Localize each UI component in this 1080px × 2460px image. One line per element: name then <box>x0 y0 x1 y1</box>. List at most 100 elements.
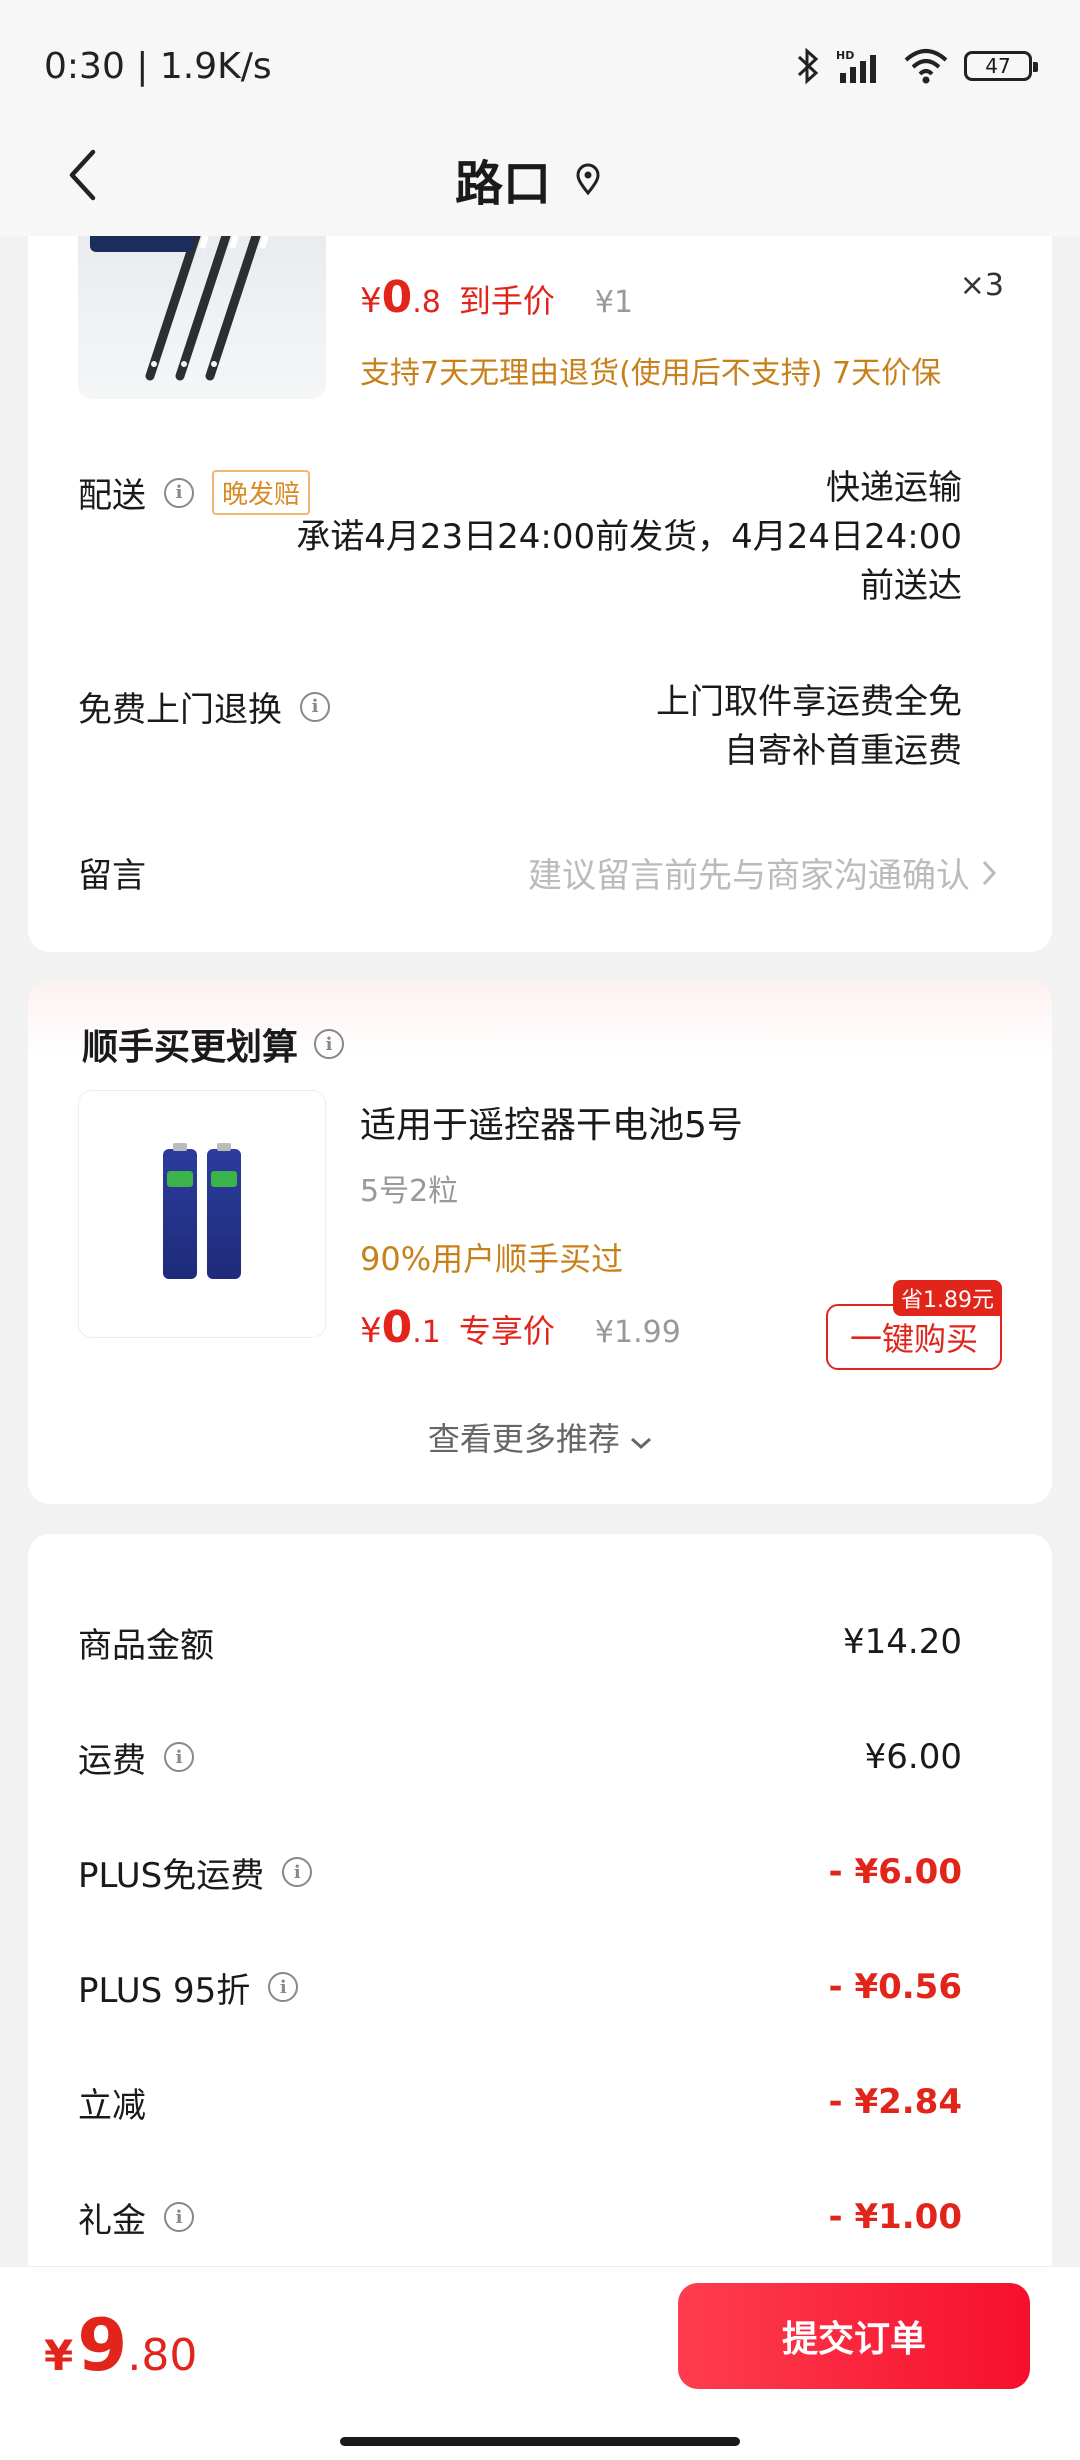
fee-label: PLUS 95折 <box>78 1970 251 2011</box>
price-decimal: .1 <box>412 1315 441 1350</box>
total-integer: 9 <box>77 2303 128 2387</box>
info-icon[interactable]: i <box>314 1029 345 1059</box>
delivery-promise-line2: 前送达 <box>860 566 962 606</box>
return-info: 上门取件享运费全免 自寄补首重运费 <box>656 678 962 776</box>
addon-title: 顺手买更划算 <box>82 1027 299 1068</box>
info-icon[interactable]: i <box>164 1742 194 1772</box>
home-indicator[interactable] <box>340 2437 740 2446</box>
original-price: ¥1.99 <box>594 1315 681 1350</box>
total-price: ¥ 9 .80 <box>44 2303 197 2387</box>
product-image[interactable] <box>78 236 326 399</box>
fee-row: PLUS 95折 i - ¥0.56 <box>78 1957 962 2017</box>
total-decimal: .80 <box>127 2330 198 2381</box>
delivery-method: 快递运输 <box>826 468 962 508</box>
message-label-group: 留言 <box>78 848 146 897</box>
item-quantity: ×3 <box>959 268 1004 303</box>
back-button[interactable] <box>52 140 112 210</box>
more-label: 查看更多推荐 <box>427 1420 620 1458</box>
message-placeholder: 建议留言前先与商家沟通确认 <box>528 856 970 896</box>
fee-label: 运费 <box>78 1740 146 1781</box>
fee-label-group: 礼金 i <box>78 2193 194 2242</box>
fee-label-group: 立减 <box>78 2078 146 2127</box>
battery-icon: 47 <box>964 51 1038 81</box>
delivery-label: 配送 <box>78 476 146 516</box>
fee-value: - ¥6.00 <box>828 1852 963 1892</box>
wifi-icon <box>904 49 948 84</box>
fee-label-group: 商品金额 <box>78 1618 214 1667</box>
addon-price: ¥ 0 .1 专享价 ¥1.99 <box>360 1302 681 1353</box>
price-decimal: .8 <box>412 285 441 320</box>
fee-label: 礼金 <box>78 2200 146 2241</box>
save-badge: 省1.89元 <box>893 1280 1002 1316</box>
addon-product-image[interactable] <box>78 1090 326 1338</box>
product-image-tag <box>90 236 194 252</box>
brush-illustration <box>145 236 269 381</box>
price-tag: 专享价 <box>458 1312 555 1350</box>
return-policy: 支持7天无理由退货(使用后不支持) 7天价保 <box>360 356 942 391</box>
price-tag: 到手价 <box>458 282 555 320</box>
hd-signal-icon: HD <box>836 49 876 83</box>
bottom-checkout-bar: ¥ 9 .80 提交订单 <box>0 2266 1080 2460</box>
info-icon[interactable]: i <box>300 691 330 722</box>
submit-order-button[interactable]: 提交订单 <box>678 2283 1030 2389</box>
fee-label: 立减 <box>78 2085 146 2126</box>
fee-row: 礼金 i - ¥1.00 <box>78 2187 962 2247</box>
back-icon <box>69 149 96 201</box>
fee-label: 商品金额 <box>78 1625 214 1666</box>
nav-bar: 路口 <box>0 120 1080 236</box>
price-symbol: ¥ <box>360 1311 382 1351</box>
info-icon[interactable]: i <box>268 1972 299 2002</box>
addon-product-spec: 5号2粒 <box>360 1174 459 1209</box>
fee-value: ¥14.20 <box>843 1622 962 1662</box>
return-label: 免费上门退换 <box>78 690 282 730</box>
fee-breakdown-card: 商品金额 ¥14.20 运费 i ¥6.00 PLUS免运费 i - ¥6.00 P… <box>28 1534 1052 2294</box>
fee-row: 运费 i ¥6.00 <box>78 1727 962 1787</box>
fee-value: - ¥2.84 <box>828 2082 963 2122</box>
status-time: 0:30 | 1.9K/s <box>44 46 272 87</box>
battery-level: 47 <box>985 54 1011 78</box>
info-icon[interactable]: i <box>164 2202 194 2232</box>
order-item-card: ¥ 0 .8 到手价 ¥1 ×3 支持7天无理由退货(使用后不支持) 7天价保 … <box>28 236 1052 952</box>
battery-cell-image <box>163 1143 197 1279</box>
addon-recommend-card: 顺手买更划算 i 适用于遥控器干电池5号 5号2粒 90%用户顺手买过 ¥ 0 … <box>28 980 1052 1504</box>
info-icon[interactable]: i <box>164 477 194 508</box>
fee-value: - ¥0.56 <box>828 1967 963 2007</box>
status-icons: HD 47 <box>796 46 1038 86</box>
status-bar: 0:30 | 1.9K/s HD 47 <box>0 0 1080 140</box>
addon-title-group: 顺手买更划算 i <box>82 1018 345 1070</box>
delivery-promise-line1: 承诺4月23日24:00前发货，4月24日24:00 <box>296 517 962 557</box>
svg-text:HD: HD <box>836 49 854 62</box>
battery-cell-image <box>207 1143 241 1279</box>
addon-social-proof: 90%用户顺手买过 <box>360 1240 624 1278</box>
fee-label-group: PLUS 95折 i <box>78 1963 299 2012</box>
fee-label: PLUS免运费 <box>78 1855 265 1896</box>
fee-row: 商品金额 ¥14.20 <box>78 1612 962 1672</box>
nav-title-group[interactable]: 路口 <box>455 144 601 214</box>
price-symbol: ¥ <box>360 281 382 321</box>
info-icon[interactable]: i <box>282 1857 313 1887</box>
fee-value: ¥6.00 <box>864 1737 962 1777</box>
message-label: 留言 <box>78 856 146 896</box>
chevron-right-icon <box>982 860 996 885</box>
fee-row: 立减 - ¥2.84 <box>78 2072 962 2132</box>
total-symbol: ¥ <box>44 2331 74 2380</box>
more-recommendations-link[interactable]: 查看更多推荐 <box>28 1414 1052 1460</box>
return-label-group: 免费上门退换 i <box>78 682 330 731</box>
item-price: ¥ 0 .8 到手价 ¥1 <box>360 272 633 323</box>
page-title: 路口 <box>455 156 552 212</box>
message-input[interactable]: 建议留言前先与商家沟通确认 <box>528 848 996 897</box>
fee-row: PLUS免运费 i - ¥6.00 <box>78 1842 962 1902</box>
fee-label-group: 运费 i <box>78 1733 194 1782</box>
original-price: ¥1 <box>594 285 634 320</box>
chevron-down-icon <box>631 1437 652 1450</box>
delivery-info: 快递运输 承诺4月23日24:00前发货，4月24日24:00 前送达 <box>296 464 962 611</box>
fee-value: - ¥1.00 <box>828 2197 963 2237</box>
price-integer: 0 <box>381 272 413 323</box>
return-line1: 上门取件享运费全免 <box>656 682 962 722</box>
delivery-label-group: 配送 i 晚发赔 <box>78 468 311 517</box>
location-pin-icon <box>576 163 600 195</box>
fee-label-group: PLUS免运费 i <box>78 1848 313 1897</box>
addon-product-name[interactable]: 适用于遥控器干电池5号 <box>360 1096 743 1148</box>
return-line2: 自寄补首重运费 <box>724 731 962 771</box>
price-integer: 0 <box>381 1302 413 1353</box>
